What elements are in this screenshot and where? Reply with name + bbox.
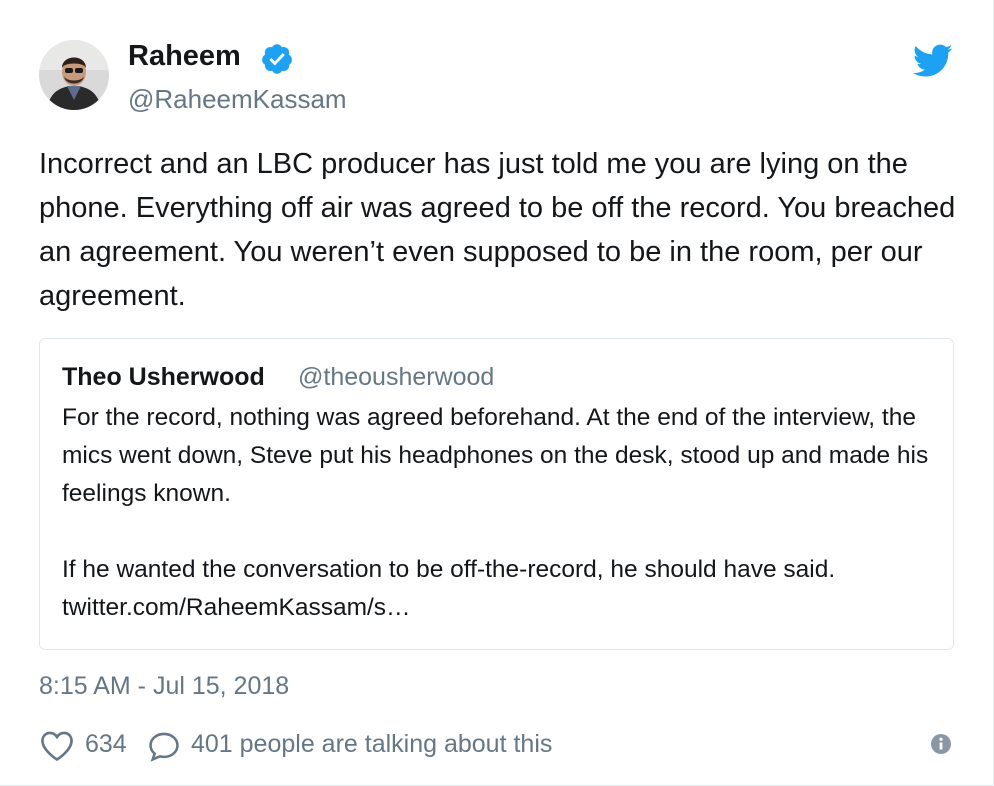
quoted-paragraph: If he wanted the conversation to be off-… [62,556,836,621]
like-count[interactable]: 634 [85,730,127,759]
info-icon[interactable] [930,733,952,755]
quoted-tweet-text: For the record, nothing was agreed befor… [62,399,932,627]
talking-count[interactable]: 401 people are talking about this [191,730,552,759]
quoted-author-name: Theo Usherwood [62,363,265,391]
speech-bubble-icon[interactable] [147,730,181,762]
twitter-bird-icon[interactable] [913,44,953,78]
quoted-author-handle: @theousherwood [298,363,495,391]
quoted-paragraph: For the record, nothing was agreed befor… [62,404,929,507]
quoted-tweet[interactable]: Theo Usherwood @theousherwood For the re… [39,338,954,650]
embedded-tweet: Raheem @RaheemKassam Incorrect and an LB… [0,0,994,786]
author-avatar[interactable] [39,40,109,110]
avatar-image [39,40,109,110]
heart-icon[interactable] [39,730,75,762]
verified-badge-icon [262,44,292,74]
author-name[interactable]: Raheem [128,40,241,73]
tweet-timestamp[interactable]: 8:15 AM - Jul 15, 2018 [39,672,289,701]
tweet-text: Incorrect and an LBC producer has just t… [39,148,956,312]
author-handle[interactable]: @RaheemKassam [128,84,347,115]
